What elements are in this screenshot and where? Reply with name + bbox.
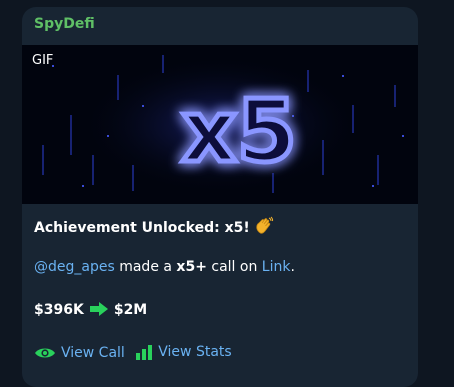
body-text-1: made a [114,259,177,275]
message-bubble: SpyDefi x5 GIF Achievement Unlocked: x5!… [22,7,418,387]
eye-icon [35,348,55,358]
multiplier-text: x5+ [176,259,207,275]
view-call-button[interactable]: View Call [34,345,125,361]
waving-hand-icon [254,216,274,240]
view-stats-button[interactable]: View Stats [135,344,232,360]
achievement-title: Achievement Unlocked: x5! [34,216,274,240]
gif-animation: x5 [22,45,418,204]
gif-badge: GIF [32,53,54,68]
from-value: $396K [34,302,84,318]
bar-chart-icon [136,345,153,360]
green-right-arrow-icon [89,301,109,321]
view-call-label: View Call [61,345,125,361]
gif-media[interactable]: x5 GIF [22,45,418,204]
market-cap-change: $396K $2M [34,301,147,321]
gif-x5-text: x5 [181,82,296,182]
action-links: View Call View Stats [34,344,232,364]
mention-link[interactable]: @deg_apes [34,259,115,275]
body-text-2: call on [206,259,262,275]
to-value: $2M [113,302,148,318]
sender-name[interactable]: SpyDefi [34,16,95,32]
achievement-title-text: Achievement Unlocked: x5! [34,220,250,236]
token-link[interactable]: Link [262,259,291,275]
body-text-end: . [290,259,295,275]
view-stats-label: View Stats [158,344,232,360]
call-description: @deg_apes made a x5+ call on Link. [34,259,295,275]
